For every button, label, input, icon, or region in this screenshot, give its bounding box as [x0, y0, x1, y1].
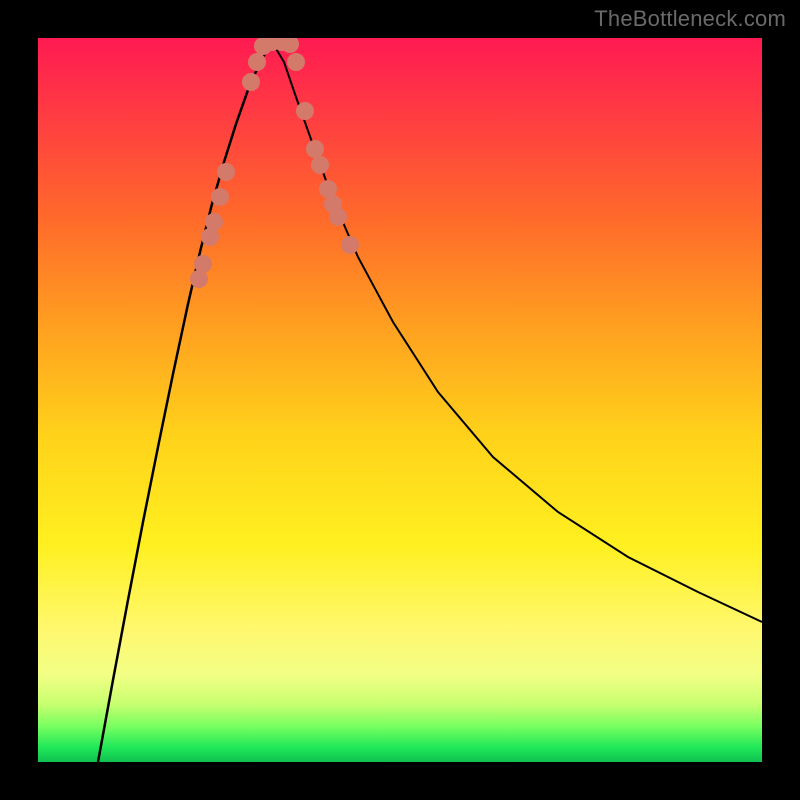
- data-point: [211, 188, 229, 206]
- curve-group: [98, 42, 762, 762]
- data-point: [306, 140, 324, 158]
- data-point: [205, 213, 223, 231]
- chart-frame: TheBottleneck.com: [0, 0, 800, 800]
- curve-right: [272, 42, 762, 622]
- data-point: [296, 102, 314, 120]
- chart-plot-area: [38, 38, 762, 762]
- chart-svg: [38, 38, 762, 762]
- data-point: [217, 163, 235, 181]
- data-point: [341, 236, 359, 254]
- marker-group: [190, 38, 359, 288]
- data-point: [242, 73, 260, 91]
- data-point: [329, 208, 347, 226]
- data-point: [194, 255, 212, 273]
- watermark-text: TheBottleneck.com: [594, 6, 786, 32]
- data-point: [311, 156, 329, 174]
- data-point: [287, 53, 305, 71]
- curve-left: [98, 42, 272, 762]
- data-point: [248, 53, 266, 71]
